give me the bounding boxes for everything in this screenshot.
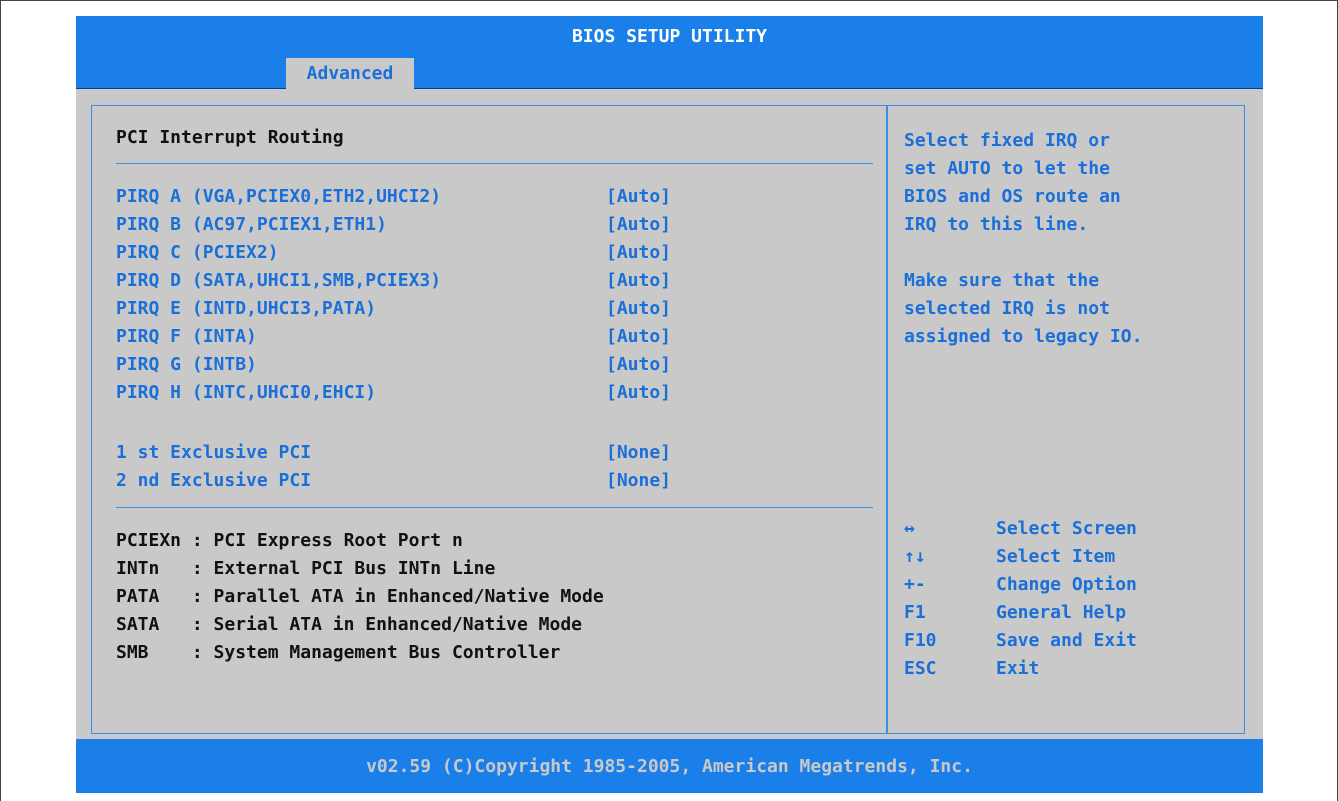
section-title: PCI Interrupt Routing xyxy=(116,127,344,148)
setting-pirq-c[interactable]: PIRQ C (PCIEX2) [Auto] xyxy=(116,241,696,265)
copyright-text: v02.59 (C)Copyright 1985-2005, American … xyxy=(366,755,973,777)
app-title: BIOS SETUP UTILITY xyxy=(571,25,768,47)
legend-item: SATA : Serial ATA in Enhanced/Native Mod… xyxy=(116,614,582,635)
setting-value[interactable]: [Auto] xyxy=(606,353,671,377)
legend-item: SMB : System Management Bus Controller xyxy=(116,642,561,663)
bios-screen: BIOS SETUP UTILITY Advanced PCI Interrup… xyxy=(76,16,1263,793)
key-hint-key: F10 xyxy=(904,630,937,651)
setting-label: PIRQ E (INTD,UHCI3,PATA) xyxy=(116,298,377,319)
page-frame-left xyxy=(0,0,1,801)
key-hint-desc: Change Option xyxy=(996,574,1137,595)
setting-pirq-h[interactable]: PIRQ H (INTC,UHCI0,EHCI) [Auto] xyxy=(116,381,696,405)
setting-value[interactable]: [Auto] xyxy=(606,381,671,405)
tab-advanced[interactable]: Advanced xyxy=(286,58,414,89)
left-right-arrow-icon: ↔ xyxy=(904,518,915,539)
key-hint-desc: Save and Exit xyxy=(996,630,1137,651)
setting-label: PIRQ C (PCIEX2) xyxy=(116,242,279,263)
setting-value[interactable]: [Auto] xyxy=(606,297,671,321)
setting-value[interactable]: [Auto] xyxy=(606,325,671,349)
setting-value[interactable]: [Auto] xyxy=(606,185,671,209)
setting-label: 2 nd Exclusive PCI xyxy=(116,470,312,491)
legend-item: PCIEXn : PCI Express Root Port n xyxy=(116,530,463,551)
setting-pirq-d[interactable]: PIRQ D (SATA,UHCI1,SMB,PCIEX3) [Auto] xyxy=(116,269,696,293)
setting-label: PIRQ F (INTA) xyxy=(116,326,257,347)
setting-label: PIRQ B (AC97,PCIEX1,ETH1) xyxy=(116,214,387,235)
key-hint-desc: Exit xyxy=(996,658,1040,679)
setting-value[interactable]: [None] xyxy=(606,469,671,493)
legend-item: INTn : External PCI Bus INTn Line xyxy=(116,558,496,579)
footer-bar: v02.59 (C)Copyright 1985-2005, American … xyxy=(76,739,1263,793)
title-bar: BIOS SETUP UTILITY xyxy=(76,16,1263,57)
key-hint-desc: Select Item xyxy=(996,546,1116,567)
tab-bar: Advanced xyxy=(76,56,1263,89)
key-hint-desc: Select Screen xyxy=(996,518,1137,539)
setting-label: PIRQ D (SATA,UHCI1,SMB,PCIEX3) xyxy=(116,270,442,291)
setting-value[interactable]: [None] xyxy=(606,441,671,465)
divider xyxy=(116,507,873,508)
help-text-line: Make sure that the xyxy=(904,270,1100,291)
page-frame-top xyxy=(0,0,1338,1)
up-down-arrows-icon: ↑↓ xyxy=(904,546,926,567)
help-text-line: set AUTO to let the xyxy=(904,158,1110,179)
key-hint-key: ESC xyxy=(904,658,937,679)
setting-pirq-g[interactable]: PIRQ G (INTB) [Auto] xyxy=(116,353,696,377)
setting-value[interactable]: [Auto] xyxy=(606,241,671,265)
setting-pirq-f[interactable]: PIRQ F (INTA) [Auto] xyxy=(116,325,696,349)
help-text-line: BIOS and OS route an xyxy=(904,186,1121,207)
setting-label: PIRQ H (INTC,UHCI0,EHCI) xyxy=(116,382,377,403)
help-text-line: assigned to legacy IO. xyxy=(904,326,1143,347)
legend-item: PATA : Parallel ATA in Enhanced/Native M… xyxy=(116,586,604,607)
setting-pirq-e[interactable]: PIRQ E (INTD,UHCI3,PATA) [Auto] xyxy=(116,297,696,321)
setting-2nd-exclusive-pci[interactable]: 2 nd Exclusive PCI [None] xyxy=(116,469,696,493)
setting-value[interactable]: [Auto] xyxy=(606,213,671,237)
help-text-line: selected IRQ is not xyxy=(904,298,1110,319)
help-text-line: Select fixed IRQ or xyxy=(904,130,1110,151)
content-area: PCI Interrupt Routing PIRQ A (VGA,PCIEX0… xyxy=(76,89,1263,739)
setting-label: PIRQ A (VGA,PCIEX0,ETH2,UHCI2) xyxy=(116,186,442,207)
help-text-line: IRQ to this line. xyxy=(904,214,1089,235)
setting-pirq-a[interactable]: PIRQ A (VGA,PCIEX0,ETH2,UHCI2) [Auto] xyxy=(116,185,696,209)
key-hint-desc: General Help xyxy=(996,602,1127,623)
setting-1st-exclusive-pci[interactable]: 1 st Exclusive PCI [None] xyxy=(116,441,696,465)
setting-label: 1 st Exclusive PCI xyxy=(116,442,312,463)
setting-pirq-b[interactable]: PIRQ B (AC97,PCIEX1,ETH1) [Auto] xyxy=(116,213,696,237)
key-hint-key: +- xyxy=(904,574,926,595)
setting-value[interactable]: [Auto] xyxy=(606,269,671,293)
setting-label: PIRQ G (INTB) xyxy=(116,354,257,375)
divider xyxy=(116,163,873,164)
key-hint-key: F1 xyxy=(904,602,926,623)
